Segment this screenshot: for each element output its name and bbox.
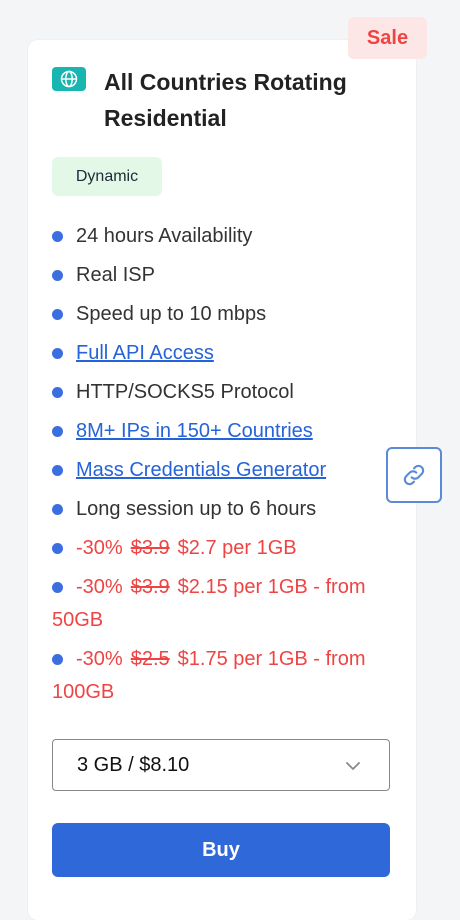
bullet-icon [52, 654, 63, 665]
price-discount: -30% [76, 537, 123, 559]
bullet-icon [52, 270, 63, 281]
feature-item: Speed up to 10 mbps [52, 298, 372, 331]
copy-link-button[interactable] [386, 447, 442, 503]
feature-link-api[interactable]: Full API Access [76, 342, 214, 364]
sale-badge: Sale [348, 17, 427, 59]
feature-item: Long session up to 6 hours [52, 493, 372, 526]
price-item: -30% $3.9 $2.7 per 1GB [52, 532, 372, 565]
feature-link-generator[interactable]: Mass Credentials Generator [76, 459, 326, 481]
type-tag: Dynamic [52, 157, 162, 196]
bullet-icon [52, 387, 63, 398]
buy-button[interactable]: Buy [52, 823, 390, 877]
bullet-icon [52, 231, 63, 242]
feature-item: 8M+ IPs in 150+ Countries [52, 415, 372, 448]
globe-icon [52, 67, 86, 91]
feature-text: Real ISP [76, 264, 155, 286]
plan-select-value: 3 GB / $8.10 [77, 753, 190, 776]
price-old: $3.9 [130, 576, 170, 598]
bullet-icon [52, 543, 63, 554]
feature-item: Full API Access [52, 337, 372, 370]
feature-list: 24 hours Availability Real ISP Speed up … [52, 220, 372, 715]
feature-item: 24 hours Availability [52, 220, 372, 253]
price-item: -30% $2.5 $1.75 per 1GB - from 100GB [52, 643, 372, 709]
price-item: -30% $3.9 $2.15 per 1GB - from 50GB [52, 571, 372, 637]
bullet-icon [52, 504, 63, 515]
feature-text: HTTP/SOCKS5 Protocol [76, 381, 294, 403]
feature-text: 24 hours Availability [76, 225, 253, 247]
feature-item: Mass Credentials Generator [52, 454, 372, 487]
bullet-icon [52, 465, 63, 476]
price-new: $2.7 per 1GB [177, 537, 297, 559]
bullet-icon [52, 309, 63, 320]
price-old: $3.9 [130, 537, 170, 559]
price-old: $2.5 [130, 648, 170, 670]
feature-text: Long session up to 6 hours [76, 498, 317, 520]
feature-link-ips[interactable]: 8M+ IPs in 150+ Countries [76, 420, 313, 442]
product-title: All Countries Rotating Residential [104, 69, 347, 131]
price-discount: -30% [76, 648, 123, 670]
bullet-icon [52, 426, 63, 437]
chevron-down-icon [346, 762, 360, 770]
feature-item: HTTP/SOCKS5 Protocol [52, 376, 372, 409]
bullet-icon [52, 582, 63, 593]
plan-select[interactable]: 3 GB / $8.10 [52, 739, 390, 791]
feature-item: Real ISP [52, 259, 372, 292]
bullet-icon [52, 348, 63, 359]
feature-text: Speed up to 10 mbps [76, 303, 267, 325]
link-icon [403, 464, 425, 486]
price-discount: -30% [76, 576, 123, 598]
